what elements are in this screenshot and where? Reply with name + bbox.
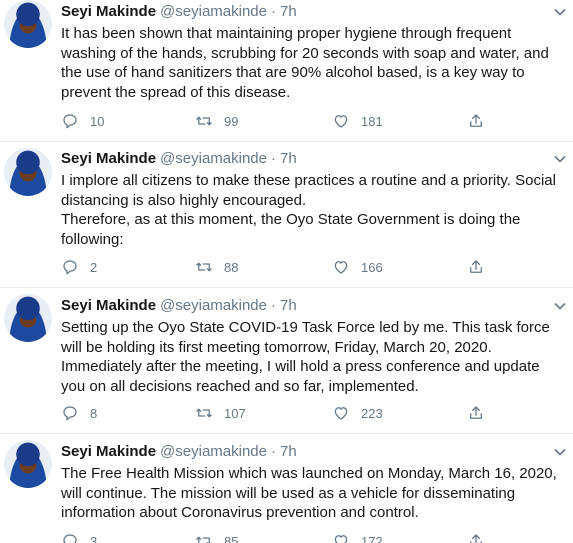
reply-icon [63,406,77,421]
tweet[interactable]: Seyi Makinde @seyiamakinde · 7h It has been… [0,0,573,142]
reply-button[interactable]: 3 [61,531,97,543]
reply-count: 2 [90,259,98,275]
share-button[interactable] [467,111,485,131]
retweet-icon [196,408,212,418]
chevron-down-icon[interactable] [554,8,566,16]
author-handle[interactable]: @seyiamakinde [160,3,267,20]
timestamp[interactable]: 7h [280,150,297,167]
like-count: 172 [361,533,383,543]
tweet-actions: 10 99 181 [61,111,501,131]
tweet-header: Seyi Makinde @seyiamakinde · 7h [61,2,297,22]
share-icon [470,260,482,273]
separator-dot: · [271,297,276,314]
reply-count: 3 [90,533,98,543]
like-count: 181 [361,113,383,129]
tweet-text: Setting up the Oyo State COVID-19 Task F… [61,319,550,395]
tweet-header: Seyi Makinde @seyiamakinde · 7h [61,149,297,169]
avatar[interactable] [4,294,52,342]
timestamp[interactable]: 7h [280,443,297,460]
reply-count: 8 [90,405,98,421]
avatar[interactable] [4,0,52,48]
like-icon [334,261,348,274]
share-icon [470,534,482,543]
retweet-button[interactable]: 85 [195,531,238,543]
tweet-text: The Free Health Mission which was launch… [61,465,557,521]
author-name[interactable]: Seyi Makinde [61,3,156,20]
author-name[interactable]: Seyi Makinde [61,150,156,167]
like-icon [334,407,348,420]
like-button[interactable]: 181 [332,111,383,131]
reply-icon [63,114,77,129]
share-icon [470,406,482,419]
reply-button[interactable]: 2 [61,257,97,277]
retweet-icon [196,116,212,126]
tweet[interactable]: Seyi Makinde @seyiamakinde · 7h The Free He… [0,434,573,543]
tweet-actions: 3 85 172 [61,531,501,543]
reply-icon [63,534,77,543]
like-icon [334,115,348,128]
share-button[interactable] [467,257,485,277]
like-button[interactable]: 166 [332,257,383,277]
chevron-down-icon[interactable] [554,302,566,310]
tweet-feed: Seyi Makinde @seyiamakinde · 7h It has been… [0,0,573,543]
share-icon [470,114,482,127]
tweet-header: Seyi Makinde @seyiamakinde · 7h [61,442,297,462]
avatar[interactable] [4,440,52,488]
tweet[interactable]: Seyi Makinde @seyiamakinde · 7h I implore a… [0,142,573,288]
reply-icon [63,260,77,275]
retweet-count: 85 [224,533,239,543]
author-handle[interactable]: @seyiamakinde [160,297,267,314]
tweet-text: I implore all citizens to make these pra… [61,172,556,248]
retweet-count: 99 [224,113,239,129]
like-count: 166 [361,259,383,275]
author-name[interactable]: Seyi Makinde [61,297,156,314]
separator-dot: · [271,3,276,20]
retweet-button[interactable]: 107 [195,403,246,423]
like-button[interactable]: 172 [332,531,383,543]
reply-button[interactable]: 10 [61,111,104,131]
author-handle[interactable]: @seyiamakinde [160,443,267,460]
share-button[interactable] [467,403,485,423]
tweet-text: It has been shown that maintaining prope… [61,25,549,101]
separator-dot: · [271,150,276,167]
tweet-actions: 8 107 223 [61,403,501,423]
separator-dot: · [271,443,276,460]
retweet-count: 107 [224,405,246,421]
retweet-button[interactable]: 88 [195,257,238,277]
share-button[interactable] [467,531,485,543]
retweet-button[interactable]: 99 [195,111,238,131]
tweet-actions: 2 88 166 [61,257,501,277]
author-name[interactable]: Seyi Makinde [61,443,156,460]
author-handle[interactable]: @seyiamakinde [160,150,267,167]
chevron-down-icon[interactable] [554,448,566,456]
reply-button[interactable]: 8 [61,403,97,423]
tweet-header: Seyi Makinde @seyiamakinde · 7h [61,296,297,316]
chevron-down-icon[interactable] [554,155,566,163]
timestamp[interactable]: 7h [280,297,297,314]
reply-count: 10 [90,113,105,129]
like-count: 223 [361,405,383,421]
retweet-icon [196,262,212,272]
like-icon [334,535,348,543]
timestamp[interactable]: 7h [280,3,297,20]
tweet[interactable]: Seyi Makinde @seyiamakinde · 7h Setting up … [0,288,573,434]
retweet-icon [196,536,212,543]
like-button[interactable]: 223 [332,403,383,423]
avatar[interactable] [4,148,52,196]
retweet-count: 88 [224,259,239,275]
